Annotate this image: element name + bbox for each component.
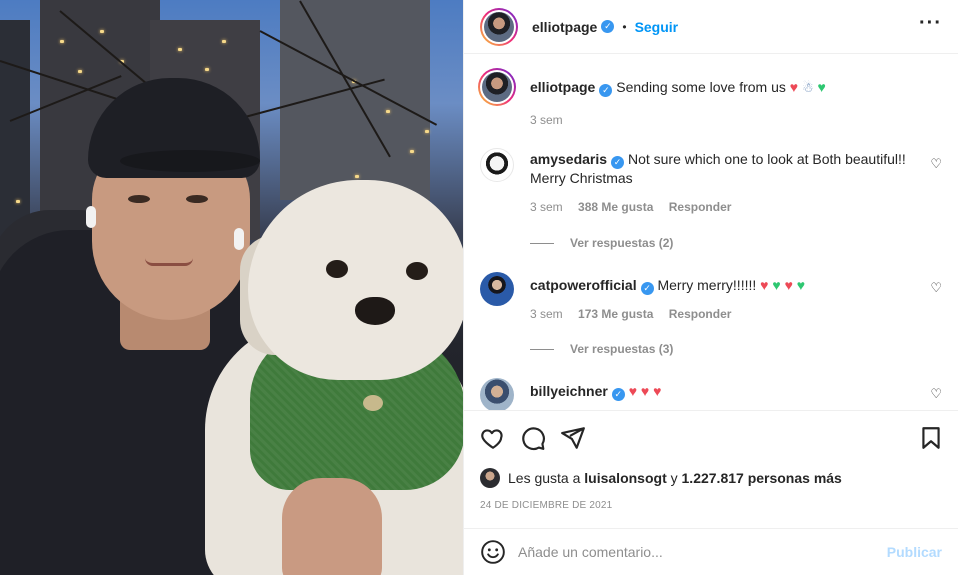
share-send-icon[interactable] bbox=[560, 425, 586, 451]
dog-eye bbox=[406, 262, 428, 280]
post-modal: elliotpage ✓ • Seguir ··· elliotpage ✓ Se… bbox=[0, 0, 958, 575]
window-light bbox=[60, 40, 64, 43]
green-heart-emoji: ♥ bbox=[796, 277, 806, 293]
window-light bbox=[410, 150, 414, 153]
emoji-smile-icon[interactable] bbox=[480, 539, 506, 565]
post-header: elliotpage ✓ • Seguir ··· bbox=[464, 0, 958, 54]
window-light bbox=[16, 200, 20, 203]
like-comment-heart-icon[interactable]: ♡ bbox=[930, 280, 942, 296]
commenter-username[interactable]: catpowerofficial bbox=[530, 277, 637, 293]
red-heart-emoji: ♥ bbox=[760, 277, 769, 293]
window-light bbox=[222, 40, 226, 43]
verified-badge-icon: ✓ bbox=[601, 20, 615, 33]
divider-line bbox=[530, 349, 554, 351]
window-light bbox=[78, 70, 82, 73]
window-light bbox=[205, 68, 209, 71]
commenter-username[interactable]: billyeichner bbox=[530, 383, 608, 399]
view-replies-button[interactable]: Ver respuestas (3) bbox=[530, 342, 673, 356]
comments-list[interactable]: elliotpage ✓ Sending some love from us ♥ … bbox=[464, 54, 958, 410]
post-date[interactable]: 24 DE DICIEMBRE DE 2021 bbox=[480, 500, 612, 511]
comment-item: billyeichner ✓ ♥ ♥ ♥ ♡ bbox=[480, 378, 942, 410]
caption-time: 3 sem bbox=[530, 113, 563, 127]
window-light bbox=[386, 110, 390, 113]
publish-button[interactable]: Publicar bbox=[887, 544, 942, 560]
likes-count[interactable]: 1.227.817 personas más bbox=[682, 470, 842, 486]
post-side-panel: elliotpage ✓ • Seguir ··· elliotpage ✓ Se… bbox=[463, 0, 958, 575]
divider-line bbox=[530, 243, 554, 245]
verified-badge-icon: ✓ bbox=[611, 388, 625, 401]
red-heart-emoji: ♥ bbox=[784, 277, 793, 293]
green-heart-emoji: ♥ bbox=[772, 277, 781, 293]
comment-likes[interactable]: 173 Me gusta bbox=[578, 307, 653, 321]
earbud-icon bbox=[234, 228, 244, 250]
cap-brim bbox=[120, 150, 260, 172]
like-comment-heart-icon[interactable]: ♡ bbox=[930, 386, 942, 402]
red-heart-emoji: ♥ bbox=[789, 79, 799, 95]
reply-button[interactable]: Responder bbox=[669, 200, 732, 214]
red-heart-emoji: ♥ bbox=[628, 383, 638, 399]
bookmark-icon[interactable] bbox=[918, 425, 944, 451]
post-actions-bar bbox=[464, 410, 958, 466]
author-username[interactable]: elliotpage bbox=[532, 19, 597, 35]
likes-summary: Les gusta a luisalonsogt y 1.227.817 per… bbox=[480, 468, 942, 488]
verified-badge-icon: ✓ bbox=[640, 282, 654, 295]
comment-likes[interactable]: 388 Me gusta bbox=[578, 200, 653, 214]
comment-input[interactable] bbox=[518, 544, 887, 560]
red-heart-emoji: ♥ bbox=[653, 383, 662, 399]
dog-nose bbox=[355, 297, 395, 325]
comment-time: 3 sem bbox=[530, 307, 563, 321]
comment-icon[interactable] bbox=[520, 425, 546, 451]
eye bbox=[128, 195, 150, 203]
like-comment-heart-icon[interactable]: ♡ bbox=[930, 156, 942, 172]
commenter-avatar[interactable] bbox=[480, 378, 514, 410]
commenter-username[interactable]: amysedaris bbox=[530, 151, 607, 167]
view-replies-label: Ver respuestas (3) bbox=[570, 342, 674, 356]
like-heart-icon[interactable] bbox=[480, 425, 506, 451]
verified-badge-icon: ✓ bbox=[611, 156, 625, 169]
window-light bbox=[100, 30, 104, 33]
view-replies-button[interactable]: Ver respuestas (2) bbox=[530, 236, 673, 250]
dog-head bbox=[248, 180, 463, 380]
liker-avatar[interactable] bbox=[480, 468, 500, 488]
dog-eye bbox=[326, 260, 348, 278]
liker-username[interactable]: luisalonsogt bbox=[584, 470, 666, 486]
author-avatar[interactable] bbox=[480, 7, 518, 46]
separator-dot: • bbox=[622, 19, 627, 34]
verified-badge-icon: ✓ bbox=[599, 84, 613, 97]
comment-item: catpowerofficial ✓ Merry merry!!!!!! ♥ ♥ … bbox=[480, 272, 942, 372]
add-comment-bar: Publicar bbox=[464, 528, 958, 575]
more-dots-icon[interactable]: ··· bbox=[919, 13, 942, 33]
comment-text: Merry merry!!!!!! bbox=[657, 277, 757, 293]
window-light bbox=[178, 48, 182, 51]
post-photo[interactable] bbox=[0, 0, 463, 575]
window-light bbox=[355, 175, 359, 178]
green-heart-emoji: ♥ bbox=[817, 79, 826, 95]
comment-time: 3 sem bbox=[530, 200, 563, 214]
comment-item: amysedaris ✓ Not sure which one to look a… bbox=[480, 148, 942, 258]
caption-text: Sending some love from us bbox=[616, 79, 786, 95]
smile bbox=[145, 258, 193, 266]
hand bbox=[282, 478, 382, 575]
caption-avatar[interactable] bbox=[478, 68, 516, 106]
eye bbox=[186, 195, 208, 203]
caption: elliotpage ✓ Sending some love from us ♥ … bbox=[478, 68, 942, 132]
view-replies-label: Ver respuestas (2) bbox=[570, 236, 674, 250]
snowman-emoji: ☃ bbox=[801, 80, 814, 95]
caption-username[interactable]: elliotpage bbox=[530, 79, 595, 95]
sweater-button bbox=[363, 395, 383, 411]
commenter-avatar[interactable] bbox=[480, 148, 514, 182]
red-heart-emoji: ♥ bbox=[640, 383, 650, 399]
reply-button[interactable]: Responder bbox=[669, 307, 732, 321]
likes-prefix: Les gusta a bbox=[508, 470, 581, 486]
window-light bbox=[425, 130, 429, 133]
follow-button[interactable]: Seguir bbox=[635, 19, 679, 35]
earbud-icon bbox=[86, 206, 96, 228]
likes-middle: y bbox=[670, 470, 678, 486]
commenter-avatar[interactable] bbox=[480, 272, 514, 306]
